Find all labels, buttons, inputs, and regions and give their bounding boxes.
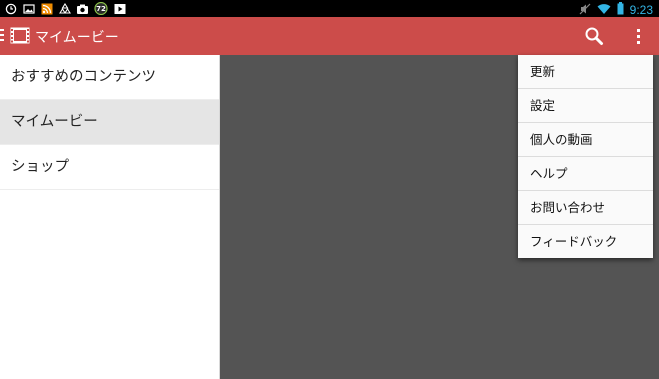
menu-item-label: ヘルプ — [530, 166, 568, 181]
system-icons: 9:23 — [579, 2, 653, 18]
menu-item-label: 更新 — [530, 64, 556, 79]
recycle-icon — [58, 2, 71, 15]
overflow-menu-button[interactable] — [628, 24, 648, 48]
menu-item-label: フィードバック — [530, 234, 618, 249]
rss-icon — [40, 2, 53, 15]
search-button[interactable] — [582, 24, 606, 48]
action-bar: マイムービー — [0, 17, 659, 55]
image-icon — [22, 2, 35, 15]
search-icon — [585, 27, 603, 45]
drawer-indicator-icon[interactable] — [0, 29, 4, 43]
battery-icon — [617, 2, 624, 18]
status-bar: 72 9:23 — [0, 0, 659, 17]
notification-icons: 72 — [4, 2, 126, 15]
wifi-icon — [597, 3, 611, 18]
clock-icon — [4, 2, 17, 15]
menu-item-feedback[interactable]: フィードバック — [518, 225, 653, 258]
camera-icon — [76, 2, 89, 15]
drawer-item-my-movies[interactable]: マイムービー — [0, 100, 219, 145]
menu-item-help[interactable]: ヘルプ — [518, 157, 653, 191]
app-title: マイムービー — [35, 30, 119, 46]
menu-item-refresh[interactable]: 更新 — [518, 55, 653, 89]
status-clock: 9:23 — [629, 3, 653, 17]
menu-item-label: 個人の動画 — [530, 132, 593, 147]
mute-icon — [579, 3, 591, 18]
menu-item-settings[interactable]: 設定 — [518, 89, 653, 123]
navigation-drawer: おすすめのコンテンツ マイムービー ショップ — [0, 55, 220, 379]
drawer-item-label: おすすめのコンテンツ — [11, 69, 156, 85]
play-icon — [113, 2, 126, 15]
drawer-item-label: マイムービー — [11, 114, 98, 130]
badge-number: 72 — [96, 5, 106, 13]
badge-72-icon: 72 — [94, 2, 108, 15]
menu-item-label: 設定 — [530, 98, 556, 113]
menu-item-contact[interactable]: お問い合わせ — [518, 191, 653, 225]
drawer-item-recommended[interactable]: おすすめのコンテンツ — [0, 55, 219, 100]
drawer-item-shop[interactable]: ショップ — [0, 145, 219, 190]
menu-item-personal-videos[interactable]: 個人の動画 — [518, 123, 653, 157]
drawer-item-label: ショップ — [11, 159, 69, 175]
film-icon[interactable] — [10, 27, 30, 44]
menu-item-label: お問い合わせ — [530, 200, 606, 215]
overflow-popup-menu: 更新 設定 個人の動画 ヘルプ お問い合わせ フィードバック — [518, 55, 653, 258]
